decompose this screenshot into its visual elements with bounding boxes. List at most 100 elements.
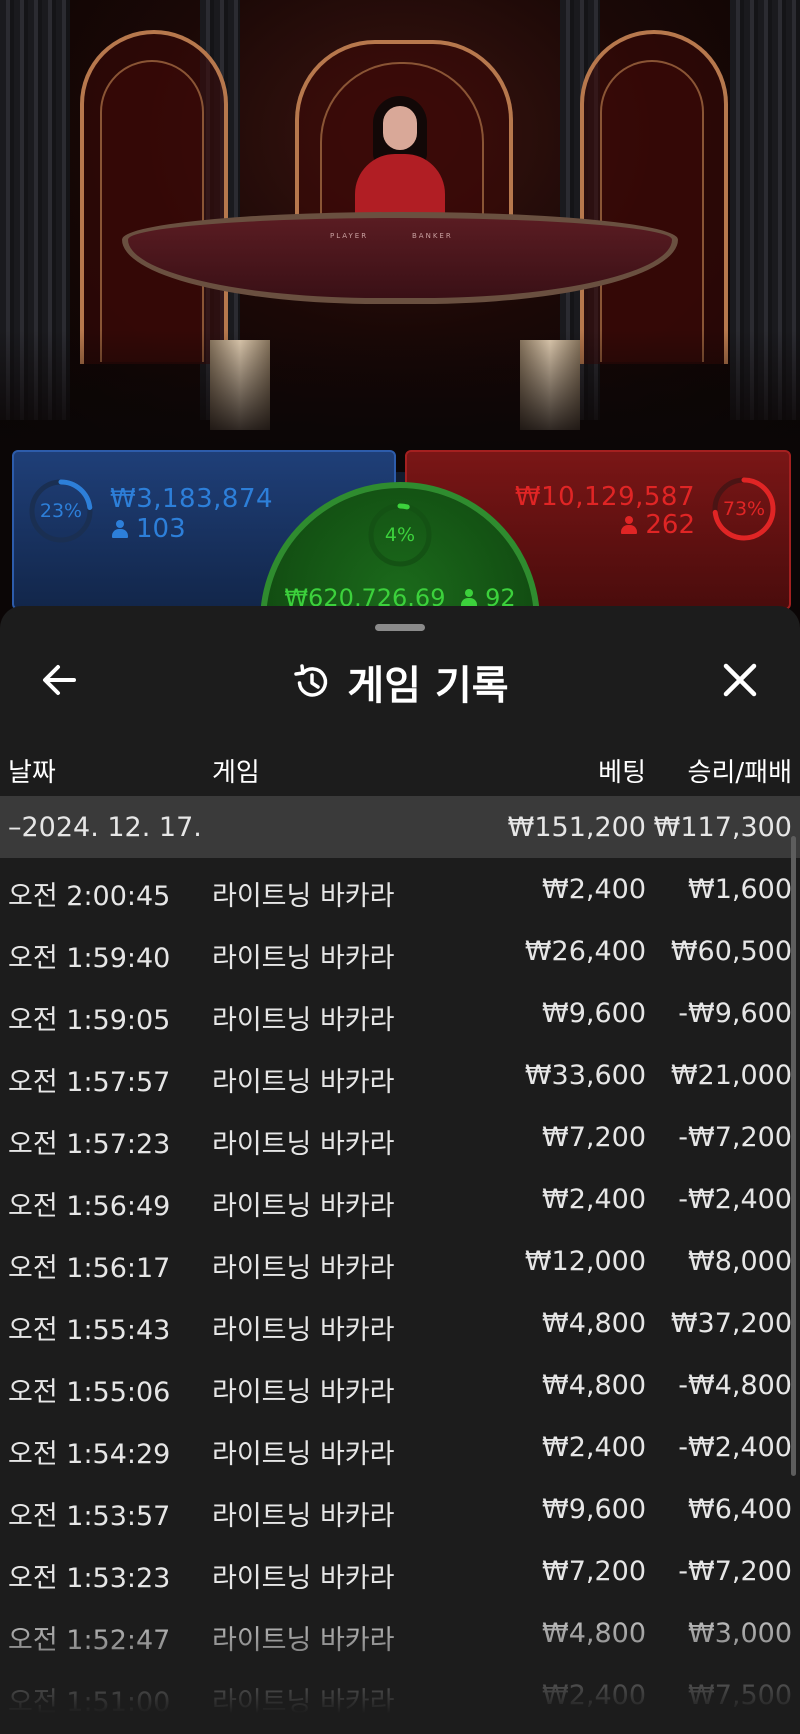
row-time: 오전 1:59:05 — [8, 1005, 171, 1036]
table-row[interactable]: 오전 1:55:06 라이트닝 바카라 ₩4,800 -₩4,800 — [0, 1354, 800, 1416]
table-row[interactable]: 오전 1:55:43 라이트닝 바카라 ₩4,800 ₩37,200 — [0, 1292, 800, 1354]
row-time: 오전 1:51:00 — [8, 1687, 171, 1718]
column-header-result[interactable]: 승리/패배 — [688, 752, 792, 789]
row-bet: ₩2,400 — [542, 1184, 646, 1215]
row-time: 오전 1:52:47 — [8, 1625, 171, 1656]
row-game: 라이트닝 바카라 — [212, 1625, 395, 1656]
banker-percent-ring: 73% — [711, 476, 777, 542]
dealer — [355, 96, 445, 226]
page-title: 게임 기록 — [347, 663, 509, 709]
row-game: 라이트닝 바카라 — [212, 1439, 395, 1470]
row-bet: ₩2,400 — [542, 1432, 646, 1463]
tie-percent-ring: 4% — [367, 502, 433, 568]
row-result: ₩21,000 — [670, 1060, 792, 1091]
close-icon — [723, 663, 757, 697]
player-bettor-count: 103 — [112, 514, 186, 544]
row-game: 라이트닝 바카라 — [212, 1067, 395, 1098]
table-row[interactable]: 오전 1:59:40 라이트닝 바카라 ₩26,400 ₩60,500 — [0, 920, 800, 982]
column-header-bet[interactable]: 베팅 — [598, 752, 646, 789]
player-percent-ring: 23% — [28, 478, 94, 544]
row-result: ₩6,400 — [688, 1494, 792, 1525]
row-bet: ₩2,400 — [542, 874, 646, 905]
drag-handle[interactable] — [375, 624, 425, 631]
date-group-bet-total: ₩151,200 — [507, 812, 646, 843]
date-group-header[interactable]: –2024. 12. 17. ₩151,200 ₩117,300 — [0, 796, 800, 858]
row-time: 오전 1:53:23 — [8, 1563, 171, 1594]
row-time: 오전 1:59:40 — [8, 943, 171, 974]
table-row[interactable]: 오전 1:56:49 라이트닝 바카라 ₩2,400 -₩2,400 — [0, 1168, 800, 1230]
row-result: ₩8,000 — [688, 1246, 792, 1277]
row-bet: ₩12,000 — [524, 1246, 646, 1277]
row-time: 오전 1:56:49 — [8, 1191, 171, 1222]
player-percent: 23% — [39, 500, 83, 522]
row-game: 라이트닝 바카라 — [212, 943, 395, 974]
row-game: 라이트닝 바카라 — [212, 1377, 395, 1408]
row-game: 라이트닝 바카라 — [212, 1687, 395, 1718]
row-result: -₩7,200 — [678, 1556, 792, 1587]
row-time: 오전 1:54:29 — [8, 1439, 171, 1470]
row-game: 라이트닝 바카라 — [212, 1253, 395, 1284]
table-label-player: PLAYER — [330, 232, 369, 240]
live-dealer-video: PLAYER BANKER — [0, 0, 800, 450]
row-result: ₩60,500 — [670, 936, 792, 967]
row-time: 오전 1:55:06 — [8, 1377, 171, 1408]
scrollbar[interactable] — [791, 836, 796, 1476]
banker-bettor-count: 262 — [621, 510, 695, 540]
player-bet-amount: ₩3,183,874 — [110, 484, 274, 514]
row-bet: ₩4,800 — [542, 1308, 646, 1339]
row-bet: ₩4,800 — [542, 1370, 646, 1401]
row-game: 라이트닝 바카라 — [212, 1315, 395, 1346]
row-result: -₩2,400 — [678, 1432, 792, 1463]
row-result: -₩9,600 — [678, 998, 792, 1029]
table-row[interactable]: 오전 1:53:57 라이트닝 바카라 ₩9,600 ₩6,400 — [0, 1478, 800, 1540]
row-game: 라이트닝 바카라 — [212, 1005, 395, 1036]
row-bet: ₩9,600 — [542, 1494, 646, 1525]
table-row[interactable]: 오전 1:52:47 라이트닝 바카라 ₩4,800 ₩3,000 — [0, 1602, 800, 1664]
row-time: 오전 1:57:57 — [8, 1067, 171, 1098]
row-bet: ₩7,200 — [542, 1556, 646, 1587]
sheet-header: 게임 기록 — [0, 652, 800, 712]
row-game: 라이트닝 바카라 — [212, 1563, 395, 1594]
row-bet: ₩26,400 — [524, 936, 646, 967]
table-row[interactable]: 오전 1:59:05 라이트닝 바카라 ₩9,600 -₩9,600 — [0, 982, 800, 1044]
table-row[interactable]: 오전 2:00:45 라이트닝 바카라 ₩2,400 ₩1,600 — [0, 858, 800, 920]
table-row[interactable]: 오전 1:57:57 라이트닝 바카라 ₩33,600 ₩21,000 — [0, 1044, 800, 1106]
tie-percent: 4% — [384, 524, 416, 546]
row-time: 오전 1:55:43 — [8, 1315, 171, 1346]
column-header-game[interactable]: 게임 — [212, 752, 260, 789]
row-result: -₩4,800 — [678, 1370, 792, 1401]
row-bet: ₩4,800 — [542, 1618, 646, 1649]
game-history-sheet: 게임 기록 날짜 게임 베팅 승리/패배 –2024. 12. 17. ₩151… — [0, 606, 800, 1734]
table-row[interactable]: 오전 1:54:29 라이트닝 바카라 ₩2,400 -₩2,400 — [0, 1416, 800, 1478]
row-result: ₩1,600 — [688, 874, 792, 905]
right-arch-inner — [600, 60, 704, 362]
table-row[interactable]: 오전 1:57:23 라이트닝 바카라 ₩7,200 -₩7,200 — [0, 1106, 800, 1168]
history-icon — [294, 664, 328, 697]
row-bet: ₩7,200 — [542, 1122, 646, 1153]
row-time: 오전 1:57:23 — [8, 1129, 171, 1160]
table-row[interactable]: 오전 1:53:23 라이트닝 바카라 ₩7,200 -₩7,200 — [0, 1540, 800, 1602]
row-result: ₩3,000 — [688, 1618, 792, 1649]
person-icon — [461, 589, 478, 607]
table-row[interactable]: 오전 1:51:00 라이트닝 바카라 ₩2,400 ₩7,500 — [0, 1664, 800, 1726]
left-arch-inner — [100, 60, 204, 362]
date-group-result-total: ₩117,300 — [653, 812, 792, 843]
column-header-date[interactable]: 날짜 — [8, 752, 56, 789]
row-bet: ₩2,400 — [542, 1680, 646, 1711]
row-game: 라이트닝 바카라 — [212, 881, 395, 912]
row-bet: ₩33,600 — [524, 1060, 646, 1091]
table-label-banker: BANKER — [412, 232, 453, 240]
table-row[interactable]: 오전 1:56:17 라이트닝 바카라 ₩12,000 ₩8,000 — [0, 1230, 800, 1292]
row-bet: ₩9,600 — [542, 998, 646, 1029]
row-result: -₩7,200 — [678, 1122, 792, 1153]
banker-bet-amount: ₩10,129,587 — [514, 482, 695, 512]
row-result: -₩2,400 — [678, 1184, 792, 1215]
person-icon — [112, 520, 128, 538]
date-group-date: –2024. 12. 17. — [8, 812, 202, 843]
person-icon — [621, 516, 638, 534]
row-time: 오전 1:56:17 — [8, 1253, 171, 1284]
row-result: ₩37,200 — [670, 1308, 792, 1339]
row-result: ₩7,500 — [688, 1680, 792, 1711]
row-time: 오전 1:53:57 — [8, 1501, 171, 1532]
close-button[interactable] — [716, 656, 764, 704]
